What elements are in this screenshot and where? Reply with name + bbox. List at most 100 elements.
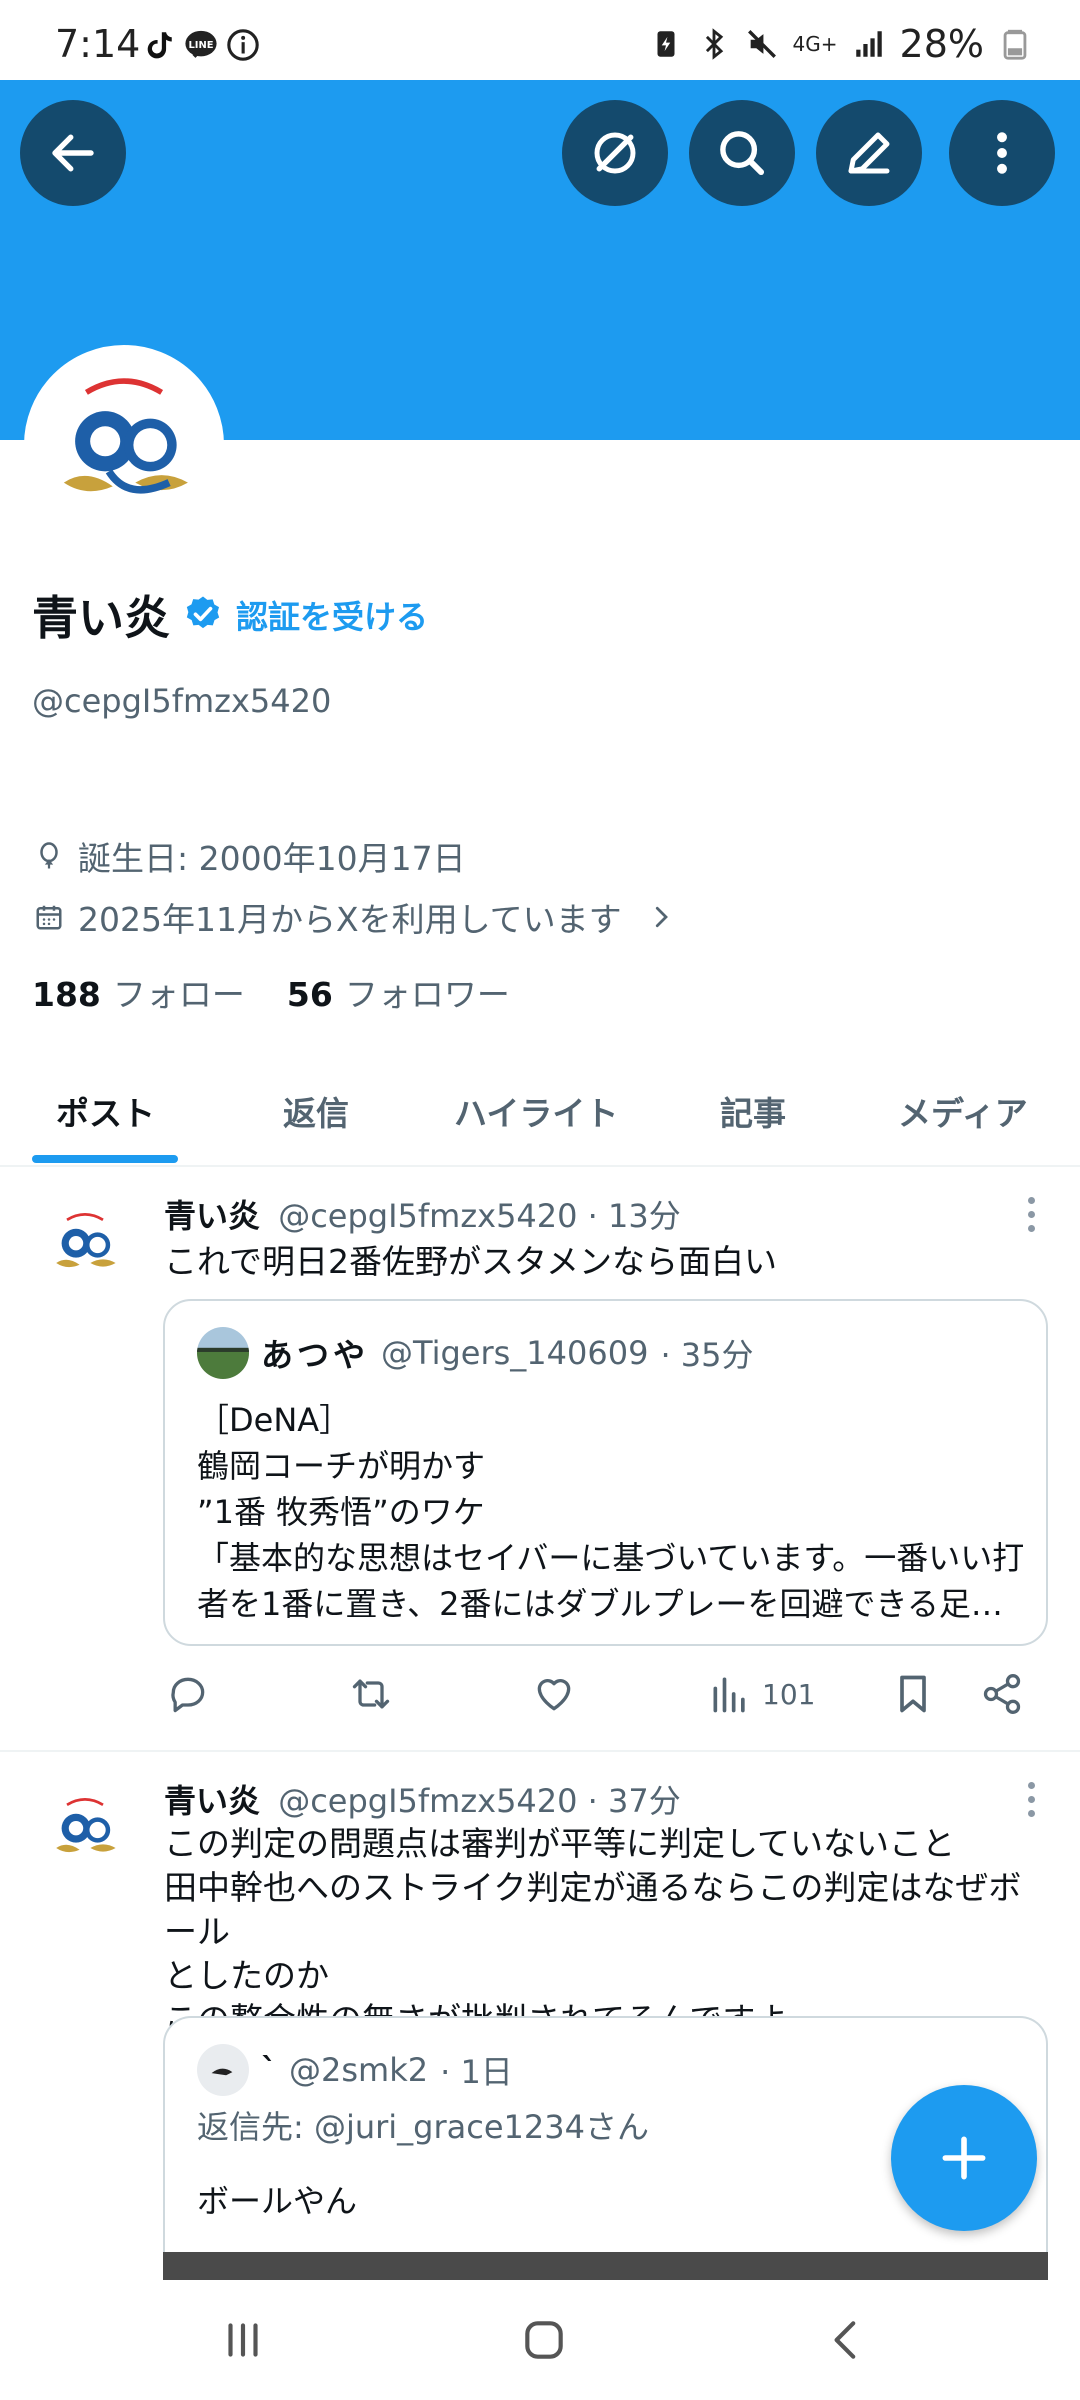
- following-link[interactable]: 188 フォロー: [32, 968, 245, 1016]
- bookmark-icon: [900, 1675, 926, 1713]
- plus-icon: [942, 2136, 986, 2180]
- back-icon: [52, 134, 94, 172]
- quote-header: あつや @Tigers_140609 · 35分: [197, 1327, 754, 1379]
- post-more-icon[interactable]: [1028, 1197, 1040, 1239]
- recents-button[interactable]: [208, 2308, 278, 2372]
- repost-button[interactable]: [349, 1672, 393, 1716]
- more-options-button[interactable]: [949, 100, 1055, 206]
- post-actions: 101: [0, 1672, 1080, 1732]
- bluetooth-icon: [705, 28, 723, 60]
- edit-button[interactable]: [816, 100, 922, 206]
- post-author-name[interactable]: 青い炎: [164, 1197, 260, 1235]
- recents-icon: [228, 2323, 258, 2357]
- quoted-post[interactable]: あつや @Tigers_140609 · 35分 ［DeNA］ 鶴岡コーチが明か…: [163, 1299, 1048, 1646]
- post-text-line: 田中幹也へのストライク判定が通るならこの判定はなぜボール: [164, 1868, 1022, 1951]
- search-button[interactable]: [689, 100, 795, 206]
- quote-media-preview[interactable]: [163, 2252, 1048, 2280]
- reply-icon: [171, 1677, 205, 1713]
- post-author-name[interactable]: 青い炎: [164, 1782, 260, 1820]
- battery-icon: [1003, 29, 1027, 60]
- post-text: この判定の問題点は審判が平等に判定していないこと 田中幹也へのストライク判定が通…: [164, 1822, 1044, 2042]
- post-header: 青い炎 @cepgI5fmzx5420 · 13分: [164, 1191, 681, 1237]
- status-bar: 7:14 LINE 4G+ 28%: [0, 0, 1080, 80]
- joined-row[interactable]: 2025年11月からXを利用しています: [34, 893, 676, 941]
- quote-avatar: [197, 1327, 249, 1379]
- post-text-line: この判定の問題点は審判が平等に判定していないこと: [164, 1824, 956, 1863]
- views-count: 101: [762, 1677, 816, 1711]
- verified-badge-icon[interactable]: [183, 594, 223, 634]
- followers-label: フォロワー: [344, 975, 510, 1014]
- battery-percent: 28%: [899, 22, 984, 66]
- active-tab-indicator: [32, 1155, 178, 1163]
- home-button[interactable]: [509, 2308, 579, 2372]
- back-button[interactable]: [20, 100, 126, 206]
- tab-posts[interactable]: ポスト: [56, 1087, 155, 1135]
- tab-replies[interactable]: 返信: [283, 1087, 349, 1135]
- get-verified-link[interactable]: 認証を受ける: [236, 592, 428, 638]
- calendar-icon: [36, 905, 62, 930]
- tab-highlights[interactable]: ハイライト: [454, 1087, 618, 1135]
- following-label: フォロー: [112, 975, 245, 1014]
- followers-count: 56: [286, 975, 333, 1014]
- quote-author-name: あつや: [261, 1336, 370, 1374]
- quote-author-handle: @Tigers_140609: [381, 1334, 649, 1372]
- reply-button[interactable]: [166, 1672, 210, 1716]
- share-icon: [983, 1674, 1021, 1714]
- post-avatar[interactable]: [40, 1785, 130, 1875]
- post-text-line: としたのか: [164, 1956, 329, 1995]
- info-icon: [227, 29, 259, 61]
- edit-icon: [848, 132, 890, 174]
- network-type: 4G+: [792, 32, 838, 56]
- compose-post-button[interactable]: [891, 2085, 1037, 2231]
- stadium-photo-icon: [197, 1327, 249, 1379]
- home-icon: [525, 2321, 563, 2359]
- quote-line: 鶴岡コーチが明かす: [197, 1447, 486, 1485]
- tab-articles[interactable]: 記事: [720, 1087, 786, 1135]
- follow-stats: 188 フォロー 56 フォロワー: [32, 968, 510, 1016]
- like-button[interactable]: [532, 1672, 576, 1716]
- joined-text: 2025年11月からXを利用しています: [78, 900, 622, 939]
- post-time: · 13分: [587, 1197, 681, 1235]
- post-author-handle[interactable]: @cepgI5fmzx5420: [278, 1782, 577, 1820]
- following-count: 188: [32, 975, 101, 1014]
- post-more-icon[interactable]: [1028, 1782, 1040, 1824]
- quote-line: 者を1番に置き、2番にはダブルプレーを回避できる足が…: [197, 1585, 1027, 1623]
- quote-author-name: `: [261, 2051, 277, 2089]
- system-nav-bar: [0, 2280, 1080, 2400]
- status-time: 7:14: [55, 22, 141, 66]
- profile-avatar[interactable]: [24, 345, 224, 545]
- bookmark-button[interactable]: [891, 1672, 935, 1716]
- tab-media[interactable]: メディア: [898, 1087, 1028, 1135]
- birthday-row: 誕生日: 2000年10月17日: [34, 832, 466, 880]
- search-icon: [720, 131, 765, 176]
- post-header: 青い炎 @cepgI5fmzx5420 · 37分: [164, 1776, 681, 1822]
- post-avatar[interactable]: [40, 1200, 130, 1290]
- post-author-handle[interactable]: @cepgI5fmzx5420: [278, 1197, 577, 1235]
- chevron-right-icon: [655, 906, 668, 928]
- views-button[interactable]: 101: [708, 1672, 815, 1716]
- profile-handle: @cepgI5fmzx5420: [32, 682, 332, 720]
- share-button[interactable]: [980, 1672, 1024, 1716]
- quote-line: 「基本的な思想はセイバーに基づいています。一番いい打: [197, 1539, 1025, 1577]
- quote-line: ”1番 牧秀悟”のワケ: [197, 1493, 485, 1531]
- grok-button[interactable]: [562, 100, 668, 206]
- post-item[interactable]: 青い炎 @cepgI5fmzx5420 · 13分 これで明日2番佐野がスタメン…: [0, 1167, 1080, 1752]
- profile-tabs: ポスト 返信 ハイライト 記事 メディア: [0, 1055, 1080, 1167]
- birthday-text: 誕生日: 2000年10月17日: [78, 839, 466, 878]
- back-nav-button[interactable]: [812, 2308, 882, 2372]
- dragons-logo-icon: [40, 1785, 130, 1875]
- post-text: これで明日2番佐野がスタメンなら面白い: [164, 1242, 778, 1281]
- signal-icon: [855, 31, 882, 57]
- repost-icon: [352, 1679, 390, 1709]
- grok-icon: [594, 132, 636, 174]
- balloon-icon: [40, 842, 58, 869]
- quote-time: · 35分: [660, 1336, 754, 1374]
- more-icon: [997, 132, 1007, 174]
- dragons-logo-icon: [40, 1200, 130, 1290]
- quote-time: · 1日: [440, 2053, 513, 2091]
- followers-link[interactable]: 56 フォロワー: [287, 968, 510, 1016]
- quote-text: ［DeNA］ 鶴岡コーチが明かす ”1番 牧秀悟”のワケ 「基本的な思想はセイバ…: [197, 1397, 1027, 1627]
- line-icon: LINE: [185, 30, 217, 58]
- bird-photo-icon: [197, 2044, 249, 2096]
- dragons-logo-icon: [30, 351, 218, 539]
